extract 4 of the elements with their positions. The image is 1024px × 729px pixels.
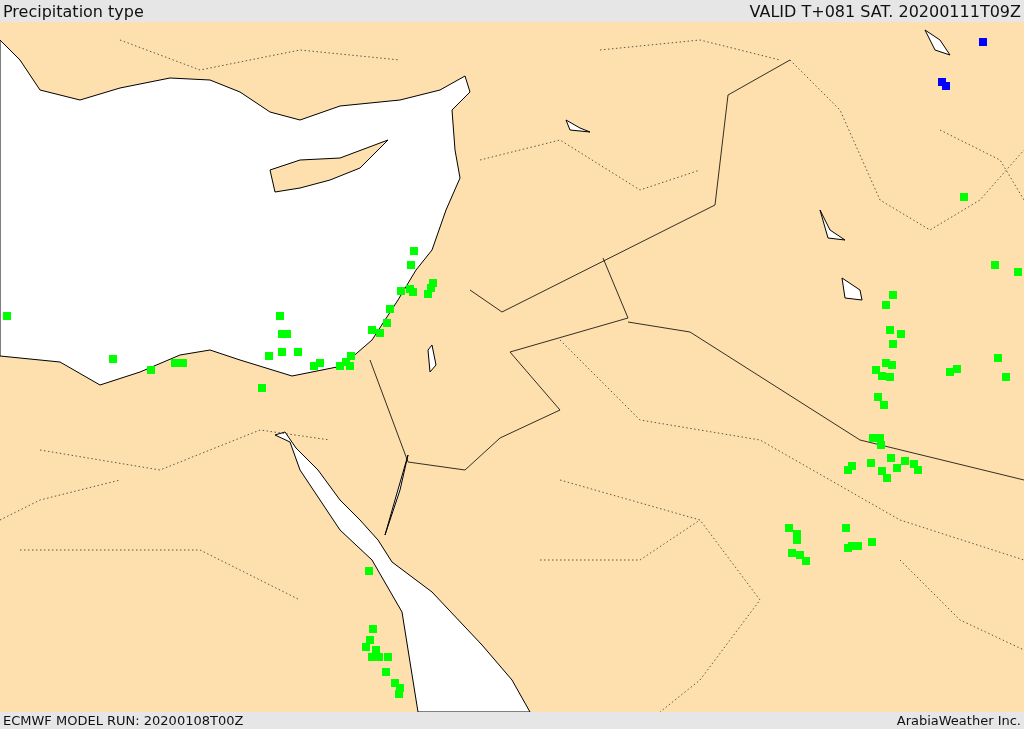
valid-time: VALID T+081 SAT. 20200111T09Z xyxy=(749,1,1021,21)
model-run-label: ECMWF MODEL RUN: 20200108T00Z xyxy=(3,713,244,728)
credit-label: ArabiaWeather Inc. xyxy=(896,713,1021,728)
map-title: Precipitation type xyxy=(3,1,144,21)
